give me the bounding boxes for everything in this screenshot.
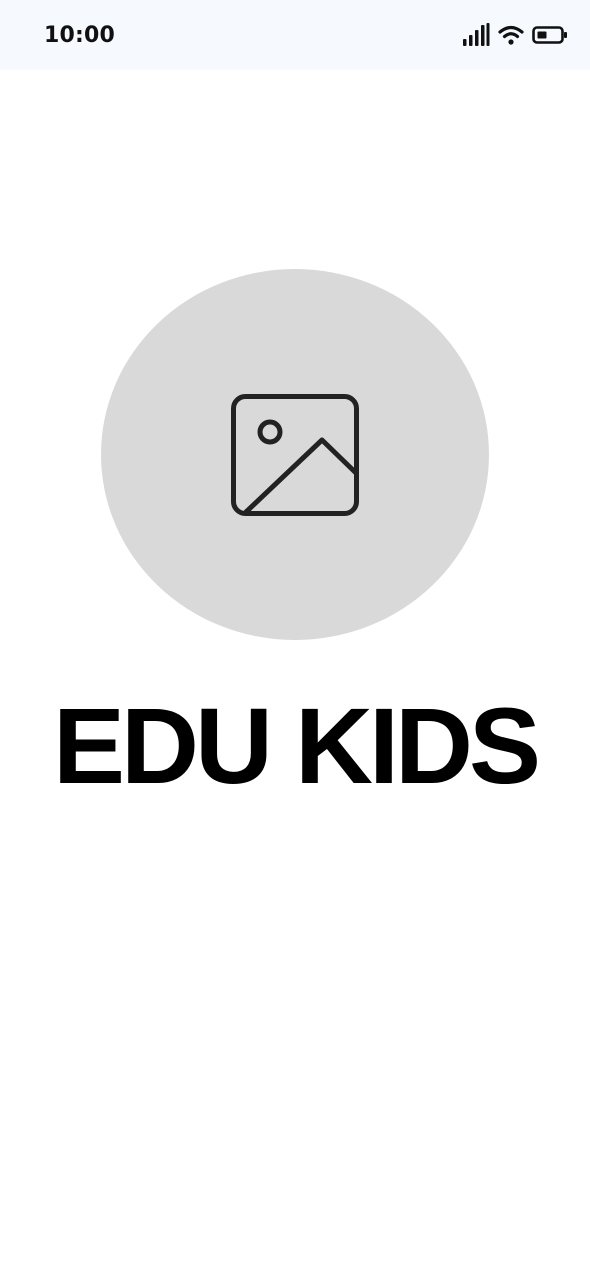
app-title: EDU KIDS — [52, 685, 541, 806]
status-icons — [462, 22, 568, 48]
status-bar: 10:00 — [0, 0, 590, 70]
battery-icon — [532, 25, 568, 45]
status-time: 10:00 — [44, 23, 116, 48]
cellular-signal-icon — [462, 23, 490, 47]
wifi-icon — [498, 24, 524, 46]
image-placeholder-icon — [231, 394, 359, 516]
app-logo — [101, 269, 489, 640]
